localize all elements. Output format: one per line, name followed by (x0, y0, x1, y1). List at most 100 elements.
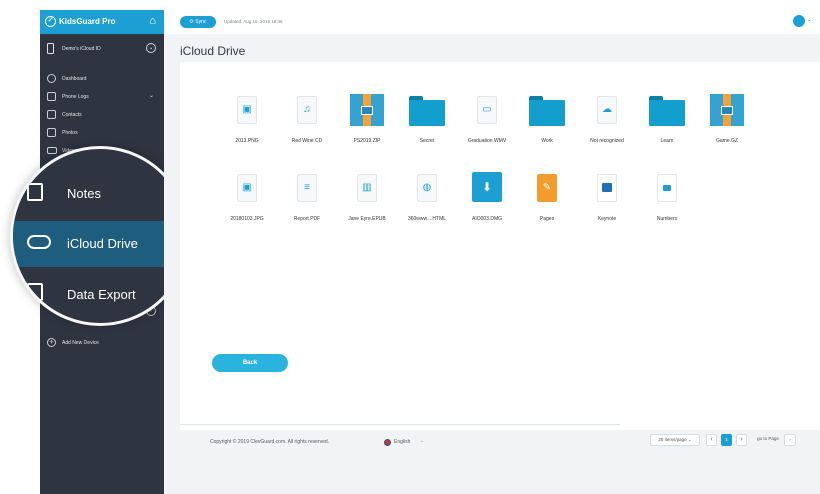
sidebar-item-label: Notes (67, 186, 101, 201)
folder-item[interactable]: Secret (398, 94, 456, 156)
notes-icon (27, 183, 43, 201)
image-file-icon: ▣ (237, 174, 257, 202)
sidebar-item-contacts[interactable]: Contacts (40, 106, 164, 124)
file-item[interactable]: ▣ 2013.PNG (218, 94, 276, 156)
file-name: Work (541, 138, 553, 144)
us-flag-icon (384, 439, 391, 446)
file-name: 20180103.JPG (230, 216, 264, 222)
file-item[interactable]: ▣ 20180103.JPG (218, 172, 276, 234)
file-item[interactable]: Numbers (638, 172, 696, 234)
audio-file-icon: ♫ (297, 96, 317, 124)
file-name: Keynote (597, 216, 617, 222)
last-updated-text: Updated: Aug 16, 2019 18:36 (224, 19, 283, 24)
keynote-file-icon (597, 174, 617, 202)
sidebar-item-label: iCloud Drive (67, 236, 138, 251)
goto-page-label: go to Page (757, 436, 779, 441)
chevron-down-icon: ⌄ (420, 438, 425, 444)
phone-icon (47, 43, 54, 54)
folder-icon (409, 94, 445, 126)
sidebar-item-label: Phone Logs (62, 94, 89, 100)
sidebar-item-label: Contacts (62, 112, 82, 118)
file-item[interactable]: Keynote (578, 172, 636, 234)
page-size-select[interactable]: 20 items/page ⌄ (650, 434, 700, 446)
file-name: Report.PDF (293, 216, 321, 222)
file-panel: ▣ 2013.PNG ♫ Red Wine CD PS2019.ZIP Secr… (180, 62, 820, 430)
add-icon: + (47, 338, 56, 347)
chevron-right-icon: › (789, 437, 791, 442)
file-item[interactable]: ⬇ AIO003.DMG (458, 172, 516, 234)
main-content: iCloud Drive ▣ 2013.PNG ♫ Red Wine CD PS… (164, 34, 820, 494)
sidebar-item-label: Data Export (67, 287, 136, 302)
file-item[interactable]: ▭ Graduation.WMV (458, 94, 516, 156)
file-name: Not recognized (590, 138, 624, 144)
file-name: 360www....HTML (407, 216, 447, 222)
chevron-left-icon: ‹ (710, 436, 713, 443)
file-name: Graduation.WMV (467, 138, 507, 144)
phone-logs-icon (47, 92, 56, 101)
copyright-text: Copyright © 2019 ClevGuard.com. All righ… (210, 439, 330, 445)
video-file-icon: ▭ (477, 96, 497, 124)
contacts-icon (47, 110, 56, 119)
file-item[interactable]: ✎ Pages (518, 172, 576, 234)
add-device-label: Add New Device (62, 340, 99, 346)
photos-icon (47, 128, 56, 137)
current-page-button[interactable]: 1 (721, 434, 732, 446)
chevron-down-icon[interactable]: ⌄ (807, 16, 812, 23)
file-name: Secret (419, 138, 435, 144)
videos-icon (47, 147, 57, 154)
file-name: Game.GZ (716, 138, 738, 144)
magnifier-overlay: Notes iCloud Drive Data Export (10, 146, 190, 326)
folder-item[interactable]: Work (518, 94, 576, 156)
web-file-icon: ◍ (417, 174, 437, 202)
file-name: Learn (660, 138, 674, 144)
file-item[interactable]: ☁ Not recognized (578, 94, 636, 156)
user-avatar-icon[interactable] (793, 15, 805, 27)
chevron-down-icon: ⌄ (148, 93, 154, 99)
device-name: Demo's iCloud ID (62, 46, 101, 52)
top-bar: ⟳ Sync Updated: Aug 16, 2019 18:36 ⌄ (164, 10, 820, 34)
prev-page-button[interactable]: ‹ (706, 434, 717, 446)
sidebar-item-phone-logs[interactable]: Phone Logs ⌄ (40, 88, 164, 106)
numbers-file-icon (657, 174, 677, 202)
next-page-button[interactable]: › (736, 434, 747, 446)
file-item[interactable]: Game.GZ (698, 94, 756, 156)
folder-icon (529, 94, 565, 126)
file-item[interactable]: ♫ Red Wine CD (278, 94, 336, 156)
unknown-file-icon: ☁ (597, 96, 617, 124)
cloud-icon (27, 235, 51, 249)
home-icon[interactable]: ⌂ (149, 15, 156, 27)
file-item[interactable]: ◍ 360www....HTML (398, 172, 456, 234)
folder-item[interactable]: Learn (638, 94, 696, 156)
back-button[interactable]: Back (212, 354, 288, 372)
zip-file-icon (710, 94, 744, 126)
dmg-file-icon: ⬇ (472, 172, 502, 204)
language-label: English (394, 439, 411, 445)
file-item[interactable]: ▥ Jane Eyre.EPUB (338, 172, 396, 234)
page-size-label: 20 items/page (658, 437, 687, 442)
footer-divider (180, 424, 620, 425)
file-name: Red Wine CD (291, 138, 323, 144)
brand-bar: ✓ KidsGuard Pro ⌂ (40, 10, 164, 34)
file-name: Pages (539, 216, 555, 222)
sidebar-item-dashboard[interactable]: Dashboard (40, 70, 164, 88)
brand-logo-icon: ✓ (45, 16, 56, 27)
chevron-down-icon[interactable]: ⌄ (146, 43, 156, 53)
file-item[interactable]: ≡ Report.PDF (278, 172, 336, 234)
device-selector[interactable]: Demo's iCloud ID ⌄ (40, 40, 164, 58)
folder-icon (649, 94, 685, 126)
page-title: iCloud Drive (180, 44, 246, 58)
file-name: Numbers (656, 216, 678, 222)
sidebar-item-photos[interactable]: Photos (40, 124, 164, 142)
sync-button[interactable]: ⟳ Sync (180, 16, 216, 28)
export-icon (27, 283, 43, 301)
sidebar-item-label: Dashboard (62, 76, 87, 82)
chevron-down-icon: ⌄ (687, 437, 692, 442)
brand-name: KidsGuard Pro (59, 17, 116, 26)
file-name: 2013.PNG (235, 138, 259, 144)
file-name: Jane Eyre.EPUB (348, 216, 386, 222)
file-name: AIO003.DMG (471, 216, 502, 222)
goto-page-button[interactable]: › (784, 434, 796, 446)
add-new-device-button[interactable]: + Add New Device (40, 334, 164, 352)
pages-file-icon: ✎ (537, 174, 557, 202)
file-item[interactable]: PS2019.ZIP (338, 94, 396, 156)
